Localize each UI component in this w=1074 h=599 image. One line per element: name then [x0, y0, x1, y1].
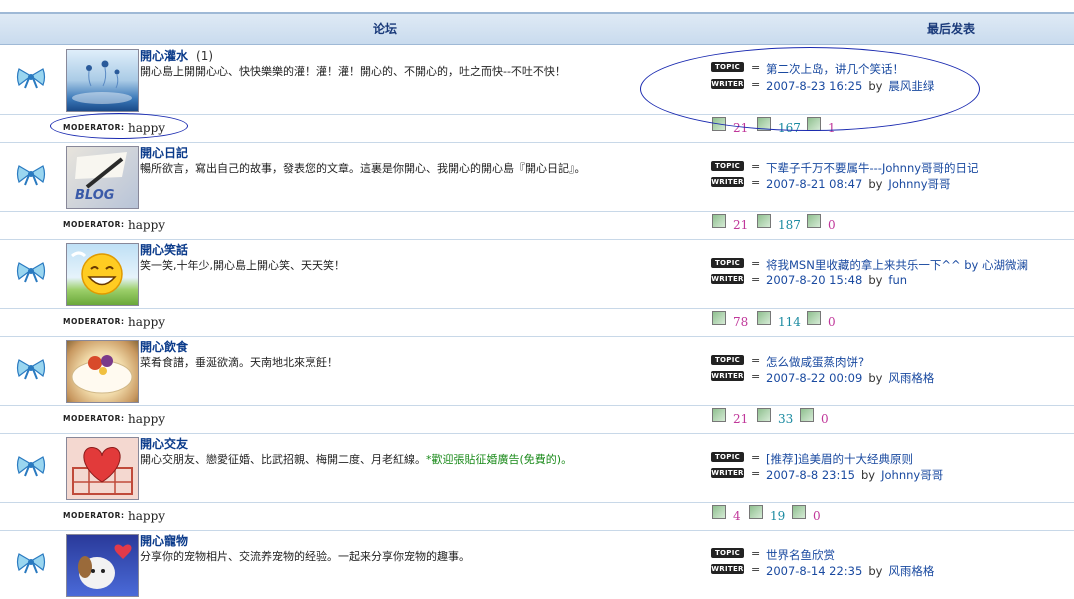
posts-icon — [757, 311, 771, 325]
last-topic-link[interactable]: 下辈子千万不要属牛---Johnny哥哥的日记 — [766, 160, 979, 176]
forum-description: 開心交朋友、戀愛征婚、比武招親、梅開二度、月老紅線。*歡迎張貼征婚廣告(免費的)… — [140, 453, 573, 466]
ribbon-icon — [16, 359, 46, 380]
forum-description: 笑一笑,十年少,開心島上開心笑、天天笑！ — [140, 259, 345, 272]
posts-icon — [757, 214, 771, 228]
table-header: 论坛 最后发表 — [0, 12, 1074, 45]
today-count: 0 — [821, 412, 829, 426]
moderator-label: MODERATOR: — [63, 317, 125, 326]
topic-badge: TOPIC — [711, 548, 744, 558]
last-author-link[interactable]: 风雨格格 — [888, 564, 934, 578]
posts-icon — [757, 408, 771, 422]
today-count: 0 — [813, 509, 821, 523]
topics-count: 4 — [733, 509, 741, 523]
topics-icon — [712, 505, 726, 519]
last-author-link[interactable]: fun — [888, 273, 907, 287]
today-icon — [792, 505, 806, 519]
today-icon — [800, 408, 814, 422]
today-icon — [807, 311, 821, 325]
forum-thumbnail-blog: BLOG — [66, 146, 139, 209]
moderator-label: MODERATOR: — [63, 220, 125, 229]
forum-title-link[interactable]: 開心笑話 — [140, 241, 188, 258]
last-post-info: 2007-8-8 23:15 by Johnny哥哥 — [766, 468, 944, 482]
moderator-row: MODERATOR: happy 78 114 0 — [0, 309, 1074, 337]
forum-row: 開心寵物 分享你的宠物相片、交流养宠物的经验。一起来分享你宠物的趣事。 TOPI… — [0, 530, 1074, 599]
forum-row: 開心飲食 菜肴食譜，垂涎欲滴。天南地北來烹飪！ TOPIC = 怎么做咸蛋蒸肉饼… — [0, 336, 1074, 406]
posts-count: 19 — [770, 509, 786, 523]
last-post-column-header: 最后发表 — [927, 22, 976, 36]
forum-thumbnail-food — [66, 340, 139, 403]
forum-thumbnail-water — [66, 49, 139, 112]
topics-icon — [712, 311, 726, 325]
forum-description: 分享你的宠物相片、交流养宠物的经验。一起来分享你宠物的趣事。 — [140, 550, 470, 563]
posts-count: 114 — [778, 315, 801, 329]
topics-count: 21 — [733, 412, 749, 426]
svg-text:BLOG: BLOG — [75, 188, 115, 203]
writer-badge: WRITER — [711, 468, 744, 478]
moderator-link[interactable]: happy — [128, 315, 165, 329]
moderator-row: MODERATOR: happy 21 187 0 — [0, 212, 1074, 240]
moderator-link[interactable]: happy — [128, 218, 165, 232]
last-post-info: 2007-8-14 22:35 by 风雨格格 — [766, 564, 935, 578]
topic-badge: TOPIC — [711, 452, 744, 462]
last-author-link[interactable]: 风雨格格 — [888, 371, 934, 385]
last-post-info: 2007-8-21 08:47 by Johnny哥哥 — [766, 177, 951, 191]
topics-icon — [712, 408, 726, 422]
ribbon-icon — [16, 553, 46, 574]
forum-description: 菜肴食譜，垂涎欲滴。天南地北來烹飪！ — [140, 356, 338, 369]
forum-thumbnail-smiley — [66, 243, 139, 306]
today-count: 0 — [828, 315, 836, 329]
last-author-link[interactable]: Johnny哥哥 — [881, 468, 943, 482]
forum-column-header: 论坛 — [373, 22, 398, 36]
moderator-row: MODERATOR: happy 21 33 0 — [0, 406, 1074, 434]
posts-icon — [749, 505, 763, 519]
writer-badge: WRITER — [711, 274, 744, 284]
forum-thumbnail-pets — [66, 534, 139, 597]
last-author-link[interactable]: Johnny哥哥 — [888, 177, 950, 191]
forum-thumbnail-heart — [66, 437, 139, 500]
posts-count: 187 — [778, 218, 801, 232]
topic-badge: TOPIC — [711, 355, 744, 365]
forum-title-link[interactable]: 開心交友 — [140, 435, 188, 452]
today-count: 0 — [828, 218, 836, 232]
ribbon-icon — [16, 165, 46, 186]
writer-badge: WRITER — [711, 564, 744, 574]
last-topic-link[interactable]: 世界名鱼欣赏 — [766, 547, 835, 563]
last-topic-link[interactable]: 怎么做咸蛋蒸肉饼? — [766, 354, 864, 370]
today-icon — [807, 214, 821, 228]
last-topic-link[interactable]: 将我MSN里收藏的拿上来共乐一下^^ by 心湖微澜 — [766, 257, 1028, 273]
forum-row: BLOG 開心日記 暢所欲言，寫出自己的故事，發表您的文章。這裏是你開心、我開心… — [0, 142, 1074, 212]
ribbon-icon — [16, 68, 46, 89]
moderator-label: MODERATOR: — [63, 414, 125, 423]
topics-icon — [712, 214, 726, 228]
forum-title-link[interactable]: 開心灌水 (1) — [140, 47, 213, 64]
topic-badge: TOPIC — [711, 258, 744, 268]
forum-description: 暢所欲言，寫出自己的故事，發表您的文章。這裏是你開心、我開心的開心島『開心日記』… — [140, 162, 586, 175]
moderator-link[interactable]: happy — [128, 412, 165, 426]
annotation-ellipse-last-post — [640, 47, 980, 131]
moderator-row: MODERATOR: happy 4 19 0 — [0, 503, 1074, 531]
forum-title-link[interactable]: 開心日記 — [140, 144, 188, 161]
forum-row: 開心交友 開心交朋友、戀愛征婚、比武招親、梅開二度、月老紅線。*歡迎張貼征婚廣告… — [0, 433, 1074, 503]
writer-badge: WRITER — [711, 177, 744, 187]
writer-badge: WRITER — [711, 371, 744, 381]
annotation-ellipse-moderator — [50, 113, 188, 139]
last-topic-link[interactable]: [推荐]追美眉的十大经典原则 — [766, 451, 913, 467]
forum-description: 開心島上開開心心、快快樂樂的灌！灌！灌！開心的、不開心的，吐之而快--不吐不快！ — [140, 65, 566, 78]
forum-title-link[interactable]: 開心飲食 — [140, 338, 188, 355]
ribbon-icon — [16, 262, 46, 283]
posts-count: 33 — [778, 412, 794, 426]
topic-badge: TOPIC — [711, 161, 744, 171]
moderator-link[interactable]: happy — [128, 509, 165, 523]
moderator-label: MODERATOR: — [63, 511, 125, 520]
forum-title-link[interactable]: 開心寵物 — [140, 532, 188, 549]
topics-count: 78 — [733, 315, 749, 329]
ribbon-icon — [16, 456, 46, 477]
last-post-info: 2007-8-22 00:09 by 风雨格格 — [766, 371, 935, 385]
topics-count: 21 — [733, 218, 749, 232]
last-post-info: 2007-8-20 15:48 by fun — [766, 273, 908, 287]
forum-row: 開心笑話 笑一笑,十年少,開心島上開心笑、天天笑！ TOPIC = 将我MSN里… — [0, 239, 1074, 309]
